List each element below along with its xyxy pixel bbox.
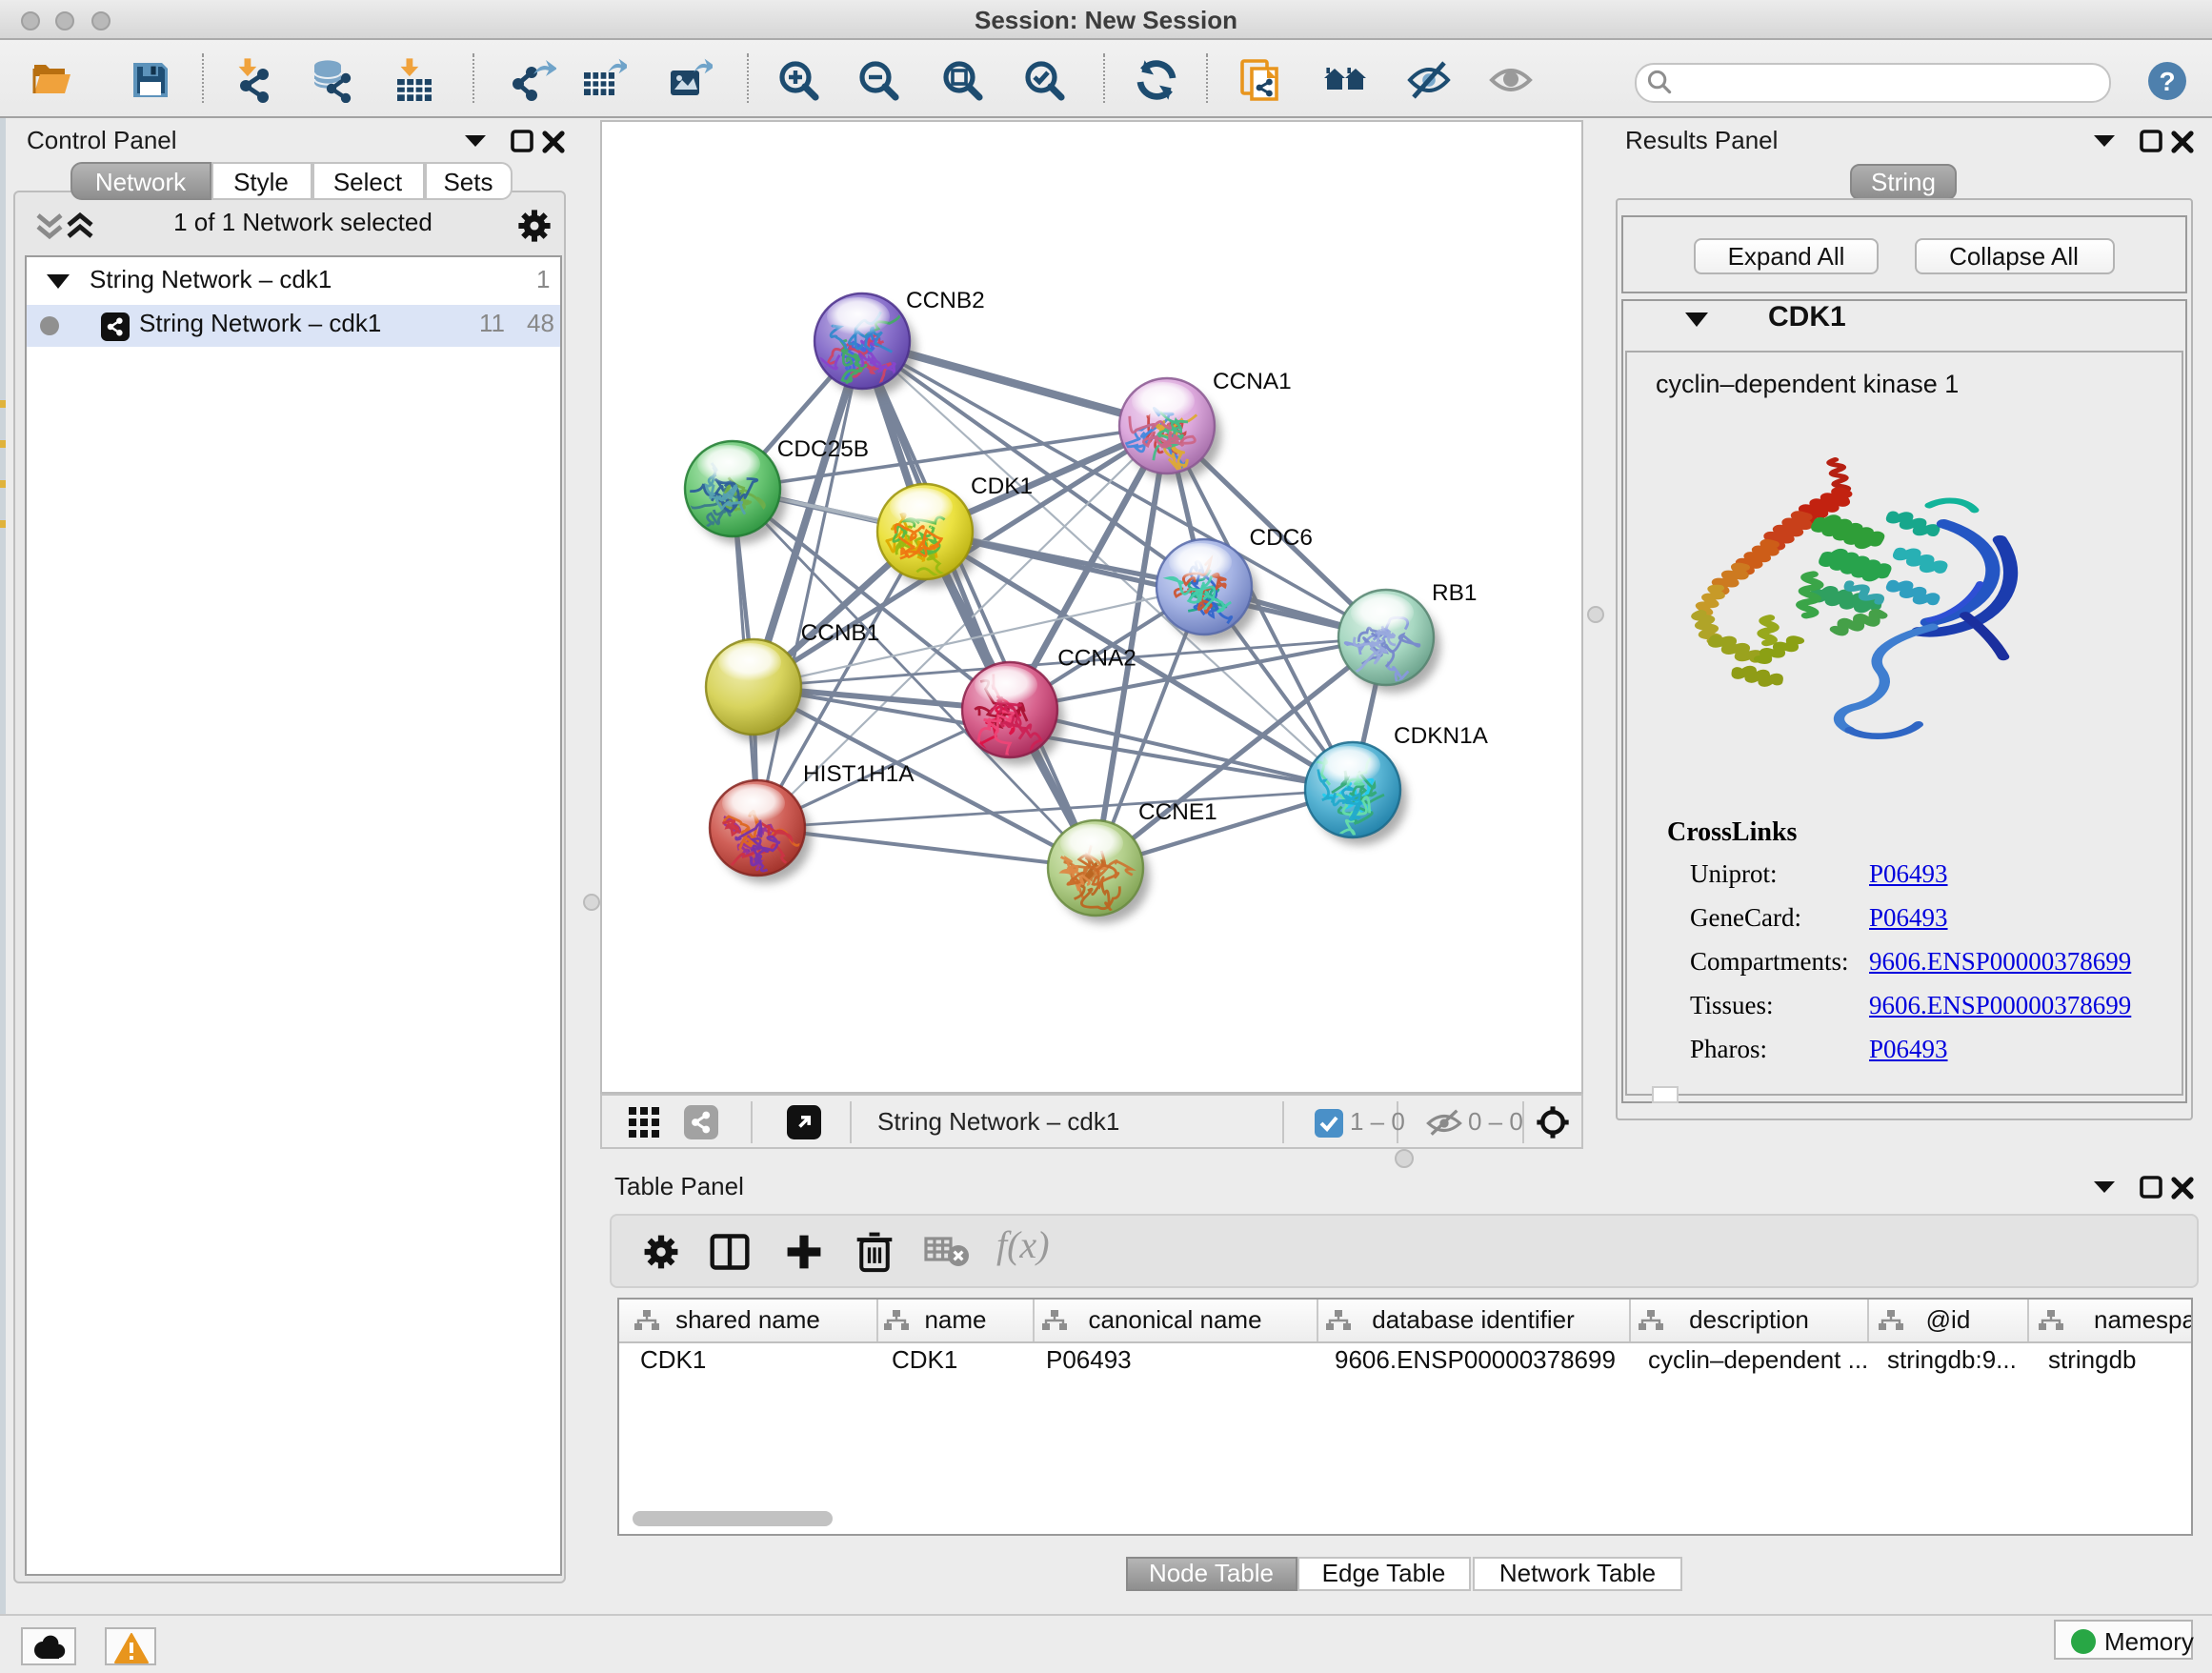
svg-text:CCNB2: CCNB2	[905, 287, 984, 312]
svg-text:CDK1: CDK1	[970, 473, 1032, 498]
svg-text:RB1: RB1	[1431, 579, 1476, 605]
svg-text:CCNA1: CCNA1	[1212, 368, 1291, 393]
svg-text:CDC6: CDC6	[1249, 524, 1312, 550]
svg-text:CCNA2: CCNA2	[1056, 645, 1136, 671]
svg-text:HIST1H1A: HIST1H1A	[802, 760, 914, 786]
svg-text:CCNE1: CCNE1	[1137, 798, 1217, 824]
svg-text:CCNB1: CCNB1	[800, 619, 879, 645]
svg-text:CDKN1A: CDKN1A	[1393, 722, 1488, 748]
svg-text:CDC25B: CDC25B	[776, 435, 868, 461]
svg-text:?: ?	[2158, 67, 2174, 96]
